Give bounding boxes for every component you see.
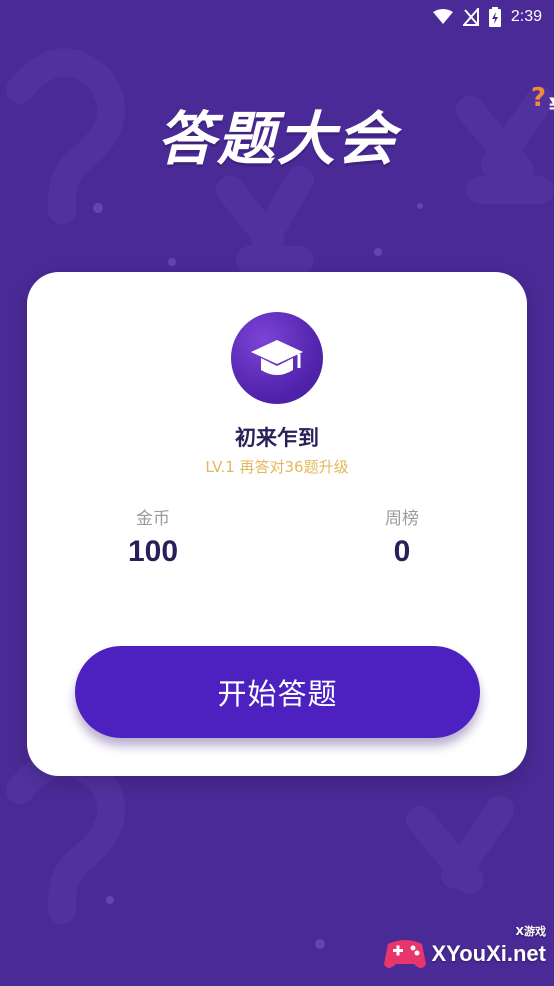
svg-text:?: ? [531,83,546,113]
coins-label: 金币 [136,509,170,529]
level-progress-text: LV.1 再答对36题升级 [205,458,349,476]
watermark-text: XYouXi.net [431,941,547,966]
status-time: 2:39 [510,8,542,25]
watermark-sub: X游戏 [515,925,546,938]
graduation-cap-icon [251,340,303,375]
gamepad-logo-icon [383,940,426,968]
status-bar: 2:39 [0,0,554,34]
avatar [231,312,323,404]
no-signal-icon [462,8,479,26]
profile-card: 初来乍到 LV.1 再答对36题升级 金币 100 周榜 0 开始答题 [27,272,527,776]
weekly-rank-label: 周榜 [385,509,419,529]
wifi-icon [432,9,453,25]
user-title: 初来乍到 [235,426,319,450]
coins-value: 100 [127,535,179,568]
app-logo: 答题大会 ? ¥ ! [0,83,554,176]
weekly-rank-value: 0 [393,535,411,568]
watermark: XYouXi.net X游戏 [382,925,547,974]
logo-text: 答题大会 [156,105,397,173]
start-quiz-button[interactable]: 开始答题 [75,646,480,738]
weekly-rank-stat[interactable]: 周榜 0 [332,504,472,569]
svg-text:¥: ¥ [549,95,554,120]
coins-stat: 金币 100 [83,504,223,569]
logo-decoration-icon: ? ¥ ! [531,83,554,120]
battery-icon [488,7,501,27]
